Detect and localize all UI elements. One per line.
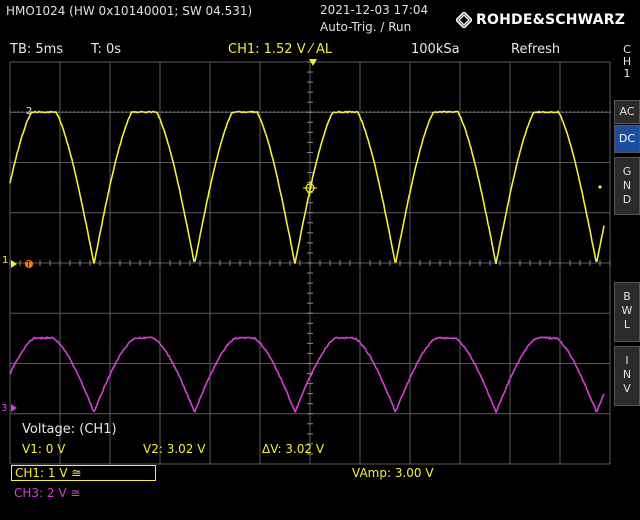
inv-button[interactable]: I N V (614, 346, 640, 406)
ch1-offset-dot (598, 185, 601, 188)
cursor2-label: 2 (26, 106, 32, 117)
inv-i: I (615, 354, 639, 368)
inv-n: N (615, 368, 639, 382)
bwl-b: B (615, 290, 639, 304)
bwl-w: W (615, 304, 639, 318)
coupling-gnd-button[interactable]: G N D (614, 157, 640, 215)
ch1-ref-label: 1 (2, 255, 8, 266)
ch3-ref-arrow[interactable] (11, 404, 17, 412)
side-channel-label: C H 1 (614, 44, 640, 80)
side-ch-1: 1 (614, 68, 640, 80)
bwl-button[interactable]: B W L (614, 282, 640, 342)
bwl-l: L (615, 318, 639, 332)
measurement-delta-v: ΔV: 3.02 V (262, 442, 324, 456)
ch3-scale-label[interactable]: CH3: 2 V ≅ (14, 486, 80, 500)
gnd-g: G (615, 165, 639, 179)
gnd-n: N (615, 179, 639, 193)
inv-v: V (615, 382, 639, 396)
ch3-trace (10, 337, 604, 412)
ch3-ref-label: 3 (1, 403, 7, 414)
trigger-level-glyph: T (25, 260, 31, 269)
ch1-ref-arrow[interactable] (11, 260, 17, 268)
coupling-ac-button[interactable]: AC (614, 100, 640, 124)
coupling-dc-button[interactable]: DC (614, 125, 640, 153)
measurement-v2: V2: 3.02 V (143, 442, 205, 456)
measurement-title: Voltage: (CH1) (22, 422, 117, 437)
gnd-d: D (615, 193, 639, 207)
graticule (10, 62, 610, 464)
measurement-vamp: VAmp: 3.00 V (352, 466, 434, 480)
ch1-scale-label[interactable]: CH1: 1 V ≅ (11, 465, 156, 481)
measurement-v1: V1: 0 V (22, 442, 65, 456)
